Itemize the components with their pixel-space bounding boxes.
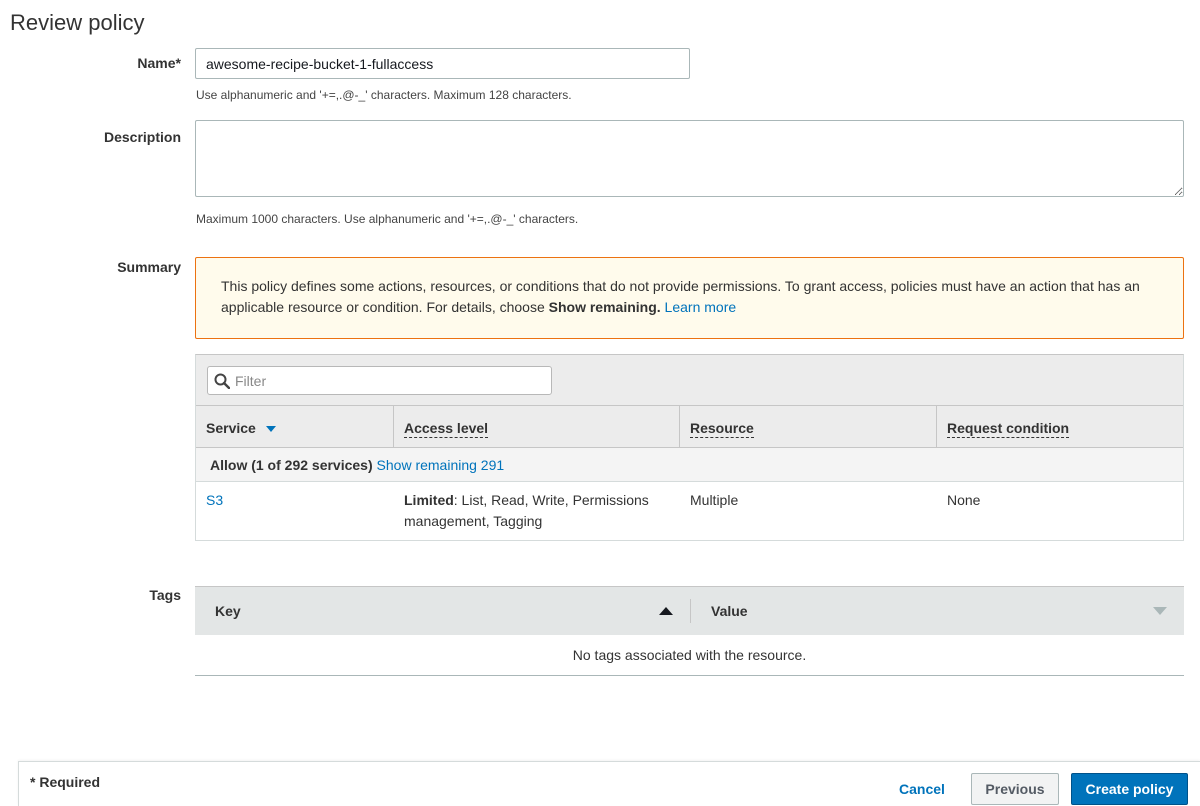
description-input[interactable]	[195, 120, 1184, 197]
column-header-key[interactable]: Key	[195, 599, 691, 623]
learn-more-link[interactable]: Learn more	[665, 299, 737, 315]
tags-empty-message: No tags associated with the resource.	[195, 635, 1184, 676]
filter-input[interactable]	[235, 372, 535, 389]
filter-box[interactable]	[207, 366, 552, 395]
footer-bar: * Required Cancel Previous Create policy	[18, 761, 1200, 806]
summary-label: Summary	[117, 259, 181, 275]
page-title: Review policy	[10, 10, 145, 35]
access-level-bold: Limited	[404, 492, 454, 508]
column-header-label: Request condition	[947, 420, 1070, 438]
service-link[interactable]: S3	[206, 492, 223, 508]
summary-warning-alert: This policy defines some actions, resour…	[195, 257, 1184, 339]
tags-table: Key Value No tags associated with the re…	[195, 586, 1184, 676]
name-hint: Use alphanumeric and '+=,.@-_' character…	[196, 88, 572, 102]
condition-cell: None	[947, 492, 981, 508]
column-header-label: Resource	[690, 420, 754, 438]
column-header-access-level[interactable]: Access level	[394, 406, 680, 447]
tags-label: Tags	[149, 587, 181, 603]
name-input[interactable]	[195, 48, 690, 79]
sort-ascending-icon	[659, 607, 673, 615]
name-label: Name*	[137, 55, 181, 71]
tags-header: Key Value	[195, 586, 1184, 635]
column-header-service[interactable]: Service	[196, 406, 394, 447]
column-header-label: Service	[206, 420, 256, 436]
access-level-cell: Limited: List, Read, Write, Permissions …	[394, 482, 680, 540]
table-row: S3 Limited: List, Read, Write, Permissio…	[196, 482, 1183, 540]
search-icon	[214, 373, 230, 389]
caret-down-icon	[265, 426, 276, 433]
allow-group-row: Allow (1 of 292 services) Show remaining…	[196, 448, 1183, 482]
allow-group-label: Allow (1 of 292 services)	[210, 457, 373, 473]
table-header: Service Access level Resource Request co…	[196, 406, 1183, 448]
sort-descending-icon	[1153, 607, 1167, 615]
previous-button[interactable]: Previous	[971, 773, 1059, 805]
description-hint: Maximum 1000 characters. Use alphanumeri…	[196, 212, 579, 226]
filter-bar	[196, 355, 1183, 406]
resource-cell: Multiple	[690, 492, 739, 508]
warning-bold-text: Show remaining.	[548, 299, 661, 315]
create-policy-button[interactable]: Create policy	[1071, 773, 1188, 805]
required-note: * Required	[30, 774, 101, 790]
description-label: Description	[103, 129, 181, 145]
cancel-button[interactable]: Cancel	[899, 781, 945, 797]
column-header-label: Value	[711, 603, 748, 619]
column-header-label: Key	[215, 603, 241, 619]
column-header-resource[interactable]: Resource	[680, 406, 937, 447]
show-remaining-link[interactable]: Show remaining 291	[377, 457, 505, 473]
column-header-value[interactable]: Value	[691, 587, 1184, 635]
column-header-label: Access level	[404, 420, 489, 438]
policy-summary-table: Service Access level Resource Request co…	[195, 354, 1184, 541]
column-header-request-condition[interactable]: Request condition	[937, 406, 1183, 447]
